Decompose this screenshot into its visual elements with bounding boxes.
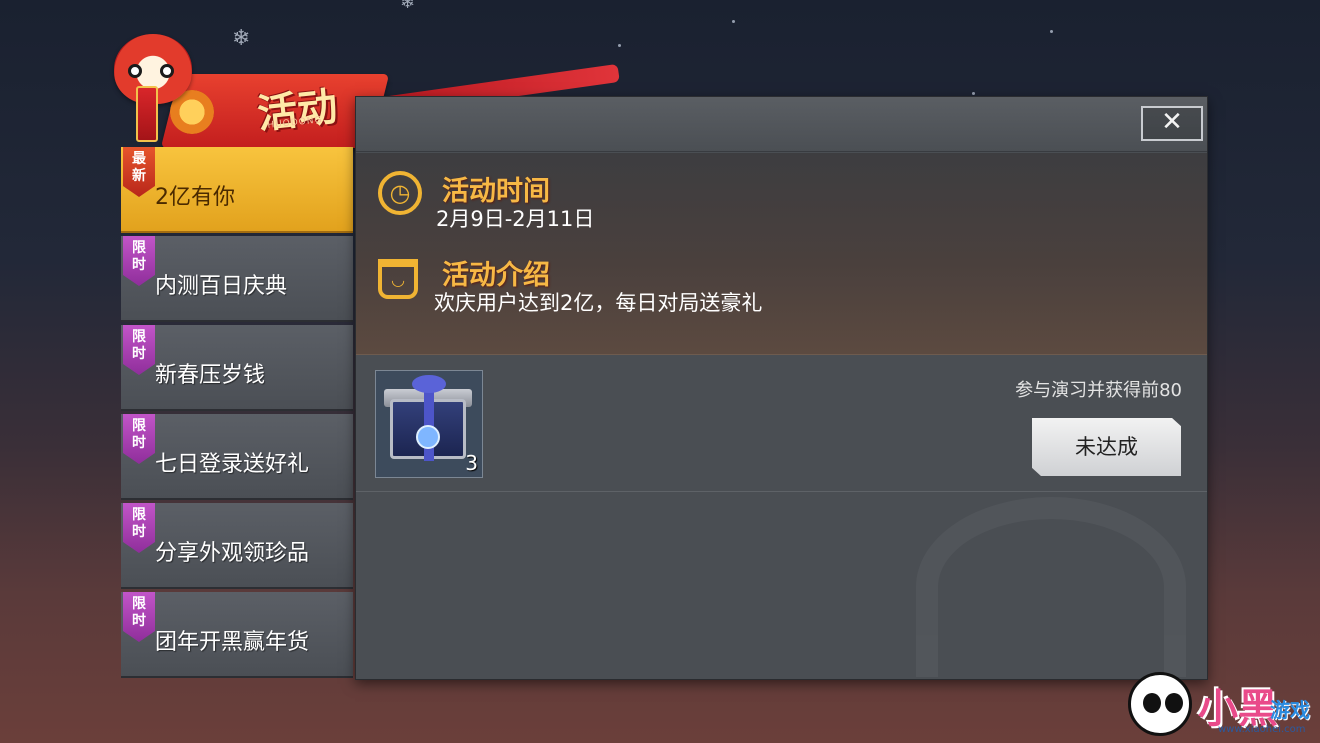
- sidebar-item-100-days[interactable]: 限时 内测百日庆典: [121, 236, 353, 322]
- sidebar-item-label: 新春压岁钱: [155, 363, 266, 388]
- reward-row: 3 参与演习并获得前80 未达成: [356, 356, 1207, 492]
- sidebar-item-seven-day-login[interactable]: 限时 七日登录送好礼: [121, 414, 353, 500]
- item-count: 3: [465, 451, 478, 475]
- reward-condition: 参与演习并获得前80: [1015, 380, 1182, 401]
- status-button[interactable]: 未达成: [1032, 418, 1181, 476]
- gift-bag-icon: ◡: [378, 259, 418, 299]
- limited-badge: 限时: [123, 414, 155, 464]
- activity-panel: ✕ ◷ 活动时间 2月9日-2月11日 ◡ 活动介绍 欢庆用户达到2亿，每日对局…: [355, 96, 1208, 680]
- close-button[interactable]: ✕: [1141, 106, 1203, 141]
- time-value: 2月9日-2月11日: [436, 207, 595, 231]
- lion-tag: [136, 86, 158, 142]
- sidebar-item-label: 分享外观领珍品: [155, 541, 310, 566]
- sidebar-item-2yi[interactable]: 最新 2亿有你: [121, 147, 353, 233]
- background-star: [972, 92, 975, 95]
- panda-icon: [1128, 672, 1192, 736]
- watermark-url: www.xiaohei.com: [1218, 724, 1306, 735]
- watermark-sub: 游戏: [1270, 698, 1310, 722]
- background-star: [1050, 30, 1053, 33]
- gift-ribbon: [424, 381, 434, 461]
- clock-icon: ◷: [378, 171, 422, 215]
- background-star: [618, 44, 621, 47]
- background-emblem: [916, 497, 1186, 677]
- activity-info: ◷ 活动时间 2月9日-2月11日 ◡ 活动介绍 欢庆用户达到2亿，每日对局送豪…: [356, 153, 1207, 355]
- sidebar-item-label: 七日登录送好礼: [155, 452, 310, 477]
- limited-badge: 限时: [123, 503, 155, 553]
- reward-item[interactable]: 3: [375, 370, 483, 478]
- limited-badge: 限时: [123, 592, 155, 642]
- new-badge: 最新: [123, 147, 155, 197]
- sidebar-item-label: 团年开黑赢年货: [155, 630, 310, 655]
- activity-sidebar: 最新 2亿有你 限时 内测百日庆典 限时 新春压岁钱 限时 七日登录送好礼 限时…: [121, 147, 353, 679]
- gem-icon: [416, 425, 440, 449]
- panda-eye: [1143, 693, 1161, 713]
- panel-top-bar: [356, 97, 1207, 152]
- limited-badge: 限时: [123, 236, 155, 286]
- sidebar-item-label: 内测百日庆典: [155, 274, 288, 299]
- snowflake-icon: ❄: [400, 0, 416, 13]
- lion-eye: [160, 64, 174, 78]
- sidebar-item-team-up[interactable]: 限时 团年开黑赢年货: [121, 592, 353, 678]
- watermark-logo: 小黑 游戏 www.xiaohei.com: [1118, 662, 1318, 742]
- limited-badge: 限时: [123, 325, 155, 375]
- intro-value: 欢庆用户达到2亿，每日对局送豪礼: [434, 291, 763, 315]
- lion-eye: [128, 64, 142, 78]
- gift-bow: [412, 375, 446, 393]
- background-star: [732, 20, 735, 23]
- sidebar-item-share-appearance[interactable]: 限时 分享外观领珍品: [121, 503, 353, 589]
- sidebar-item-new-year-money[interactable]: 限时 新春压岁钱: [121, 325, 353, 411]
- panda-eye: [1165, 693, 1183, 713]
- sidebar-item-label: 2亿有你: [155, 185, 235, 210]
